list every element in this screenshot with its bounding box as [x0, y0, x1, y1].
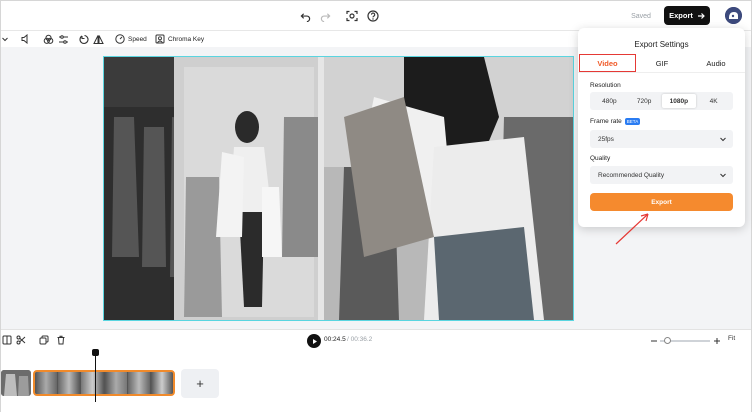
clip-thumbnail: [58, 372, 82, 394]
screen-capture-icon[interactable]: [344, 8, 360, 24]
zoom-slider-handle[interactable]: [664, 337, 671, 344]
color-adjust-icon[interactable]: [43, 32, 54, 46]
trash-icon[interactable]: [53, 332, 69, 348]
playhead[interactable]: [95, 352, 96, 402]
chroma-key-tool[interactable]: Chroma Key: [155, 32, 204, 46]
volume-icon[interactable]: [21, 32, 31, 46]
resolution-label: Resolution: [590, 82, 621, 89]
clip-thumbnail: [127, 372, 151, 394]
undo-icon[interactable]: [297, 8, 313, 24]
resolution-option-4k[interactable]: 4K: [696, 94, 731, 108]
speedometer-icon: [115, 34, 125, 44]
chroma-key-label: Chroma Key: [168, 35, 205, 43]
clip-thumbnail: [150, 372, 173, 394]
top-bar: Saved Export: [1, 1, 751, 31]
scissors-icon[interactable]: [13, 332, 29, 348]
chevron-down-icon[interactable]: [1, 32, 9, 46]
frame-rate-value: 25fps: [598, 135, 614, 143]
annotation-arrow: [615, 213, 649, 245]
flip-icon[interactable]: [93, 32, 104, 46]
saved-status: Saved: [631, 12, 651, 20]
arrow-right-icon: [697, 12, 705, 19]
chroma-key-icon: [155, 34, 165, 44]
zoom-in-icon[interactable]: [709, 333, 725, 349]
chevron-down-icon: [720, 137, 726, 142]
tab-audio[interactable]: Audio: [688, 54, 744, 72]
resolution-option-720p[interactable]: 720p: [627, 94, 662, 108]
timeline-clip-selected[interactable]: [33, 370, 175, 396]
tab-video[interactable]: Video: [579, 54, 636, 72]
fit-button[interactable]: Fit: [728, 335, 735, 342]
divider: [578, 72, 745, 73]
add-clip-button[interactable]: +: [181, 369, 219, 398]
frame-rate-text: Frame rate: [590, 118, 622, 126]
speed-tool[interactable]: Speed: [115, 32, 147, 46]
export-settings-panel: Export Settings Video GIF Audio Resoluti…: [578, 28, 745, 227]
help-icon[interactable]: [365, 8, 381, 24]
frame-rate-select[interactable]: 25fps: [590, 130, 733, 148]
current-time: 00:24.5: [324, 336, 346, 343]
duplicate-icon[interactable]: [36, 332, 52, 348]
redo-icon[interactable]: [317, 8, 333, 24]
resolution-selector: 480p 720p 1080p 4K: [590, 92, 733, 110]
total-time: / 00:36.2: [347, 336, 373, 343]
tab-gif[interactable]: GIF: [638, 54, 686, 72]
clip-thumbnail: [104, 372, 128, 394]
timeline: 00:24.5 / 00:36.2 Fit +: [1, 329, 751, 412]
play-button[interactable]: [307, 334, 321, 348]
video-frame-image: [104, 57, 573, 320]
clip-thumbnail: [81, 372, 105, 394]
export-settings-title: Export Settings: [634, 40, 689, 49]
quality-value: Recommended Quality: [598, 171, 665, 179]
chevron-down-icon: [720, 173, 726, 178]
resolution-option-1080p[interactable]: 1080p: [661, 94, 697, 108]
rotate-icon[interactable]: [79, 32, 90, 46]
timeline-clip[interactable]: [1, 370, 31, 396]
export-button-label: Export: [669, 11, 693, 20]
frame-rate-label: Frame rate BETA: [590, 118, 641, 126]
quality-label: Quality: [590, 155, 611, 162]
clip-thumbnail: [35, 372, 59, 394]
video-preview[interactable]: [103, 56, 574, 321]
play-icon: [312, 338, 317, 344]
beta-badge: BETA: [624, 118, 641, 125]
export-button[interactable]: Export: [664, 6, 710, 25]
quality-select[interactable]: Recommended Quality: [590, 166, 733, 184]
avatar[interactable]: [725, 7, 742, 24]
resolution-option-480p[interactable]: 480p: [592, 94, 627, 108]
video-editor-window: Saved Export Speed Chroma Key 00:24.5 / …: [0, 0, 752, 412]
sliders-icon[interactable]: [58, 32, 69, 46]
speed-label: Speed: [128, 35, 147, 43]
playhead-handle[interactable]: [92, 349, 99, 356]
export-confirm-button[interactable]: Export: [590, 193, 733, 211]
